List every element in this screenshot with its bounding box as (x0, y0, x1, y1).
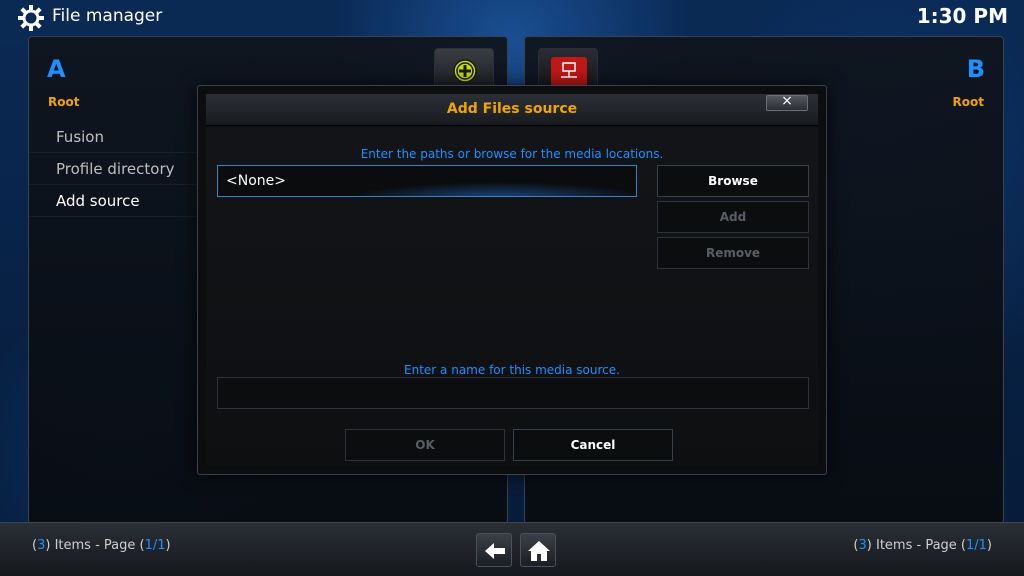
close-button[interactable]: × (766, 93, 808, 111)
back-arrow-icon (485, 543, 505, 559)
item-count-text: Items - Page (871, 538, 961, 553)
source-name-input[interactable] (217, 377, 809, 409)
close-icon: × (781, 93, 793, 109)
paths-hint: Enter the paths or browse for the media … (360, 147, 664, 161)
top-bar: File manager 1:30 PM (0, 0, 1024, 36)
dialog-body: Add Files source × Enter the paths or br… (206, 93, 818, 466)
gear-icon (18, 5, 44, 31)
item-count-text: Items - Page (50, 538, 140, 553)
pane-root-label: Root (48, 95, 80, 109)
add-source-dialog: Add Files source × Enter the paths or br… (197, 85, 827, 475)
pane-letter-b: B (966, 55, 985, 83)
left-item-count: (3) Items - Page (1/1) (32, 538, 171, 553)
add-button[interactable]: Add (657, 201, 809, 233)
page-indicator: 1/1 (144, 538, 166, 553)
dialog-header: Add Files source × (206, 93, 818, 126)
remove-button[interactable]: Remove (657, 237, 809, 269)
home-icon (528, 541, 550, 561)
cancel-button[interactable]: Cancel (513, 429, 673, 461)
back-button[interactable] (476, 533, 512, 567)
app-title: File manager (52, 6, 163, 26)
item-count-number: 3 (858, 538, 867, 553)
path-value: <None> (226, 173, 286, 189)
page-indicator: 1/1 (966, 538, 987, 553)
pane-root-label: Root (952, 95, 984, 109)
pane-letter-a: A (47, 55, 66, 83)
clock: 1:30 PM (916, 4, 1008, 28)
item-count-number: 3 (37, 538, 46, 553)
ok-button[interactable]: OK (345, 429, 505, 461)
browse-button[interactable]: Browse (657, 165, 809, 197)
home-button[interactable] (520, 533, 556, 567)
dialog-title: Add Files source (446, 101, 578, 117)
footer-bar: (3) Items - Page (1/1) (3) Items - Page … (0, 522, 1024, 576)
right-item-count: (3) Items - Page (1/1) (853, 538, 992, 553)
name-hint: Enter a name for this media source. (404, 363, 620, 377)
path-list-item[interactable]: <None> (217, 165, 637, 197)
